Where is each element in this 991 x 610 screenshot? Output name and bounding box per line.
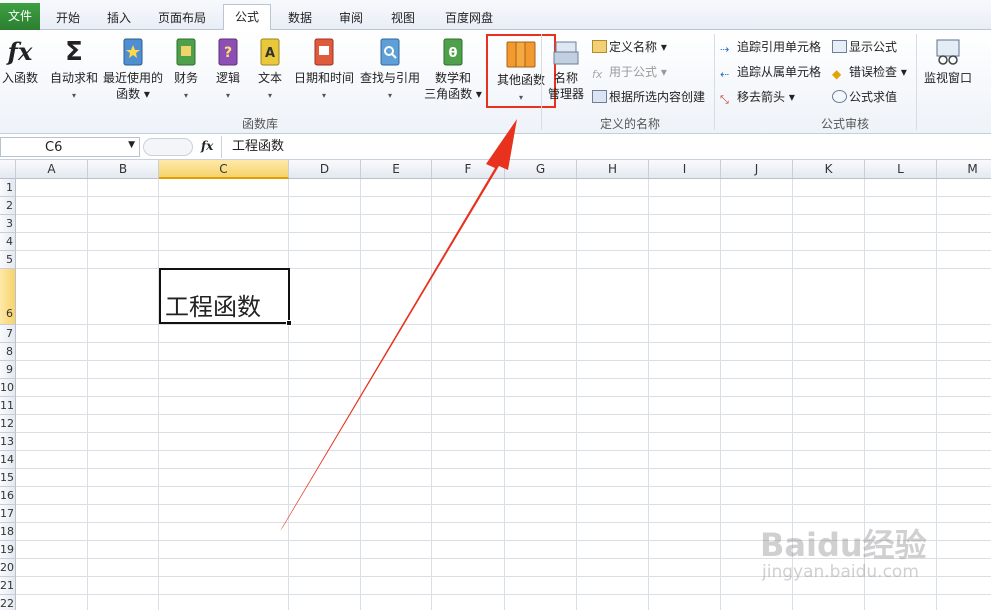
baidu-jingyan-watermark: Baidu经验 jingyan.baidu.com — [760, 526, 927, 582]
red-arrow-annotation — [280, 119, 517, 531]
